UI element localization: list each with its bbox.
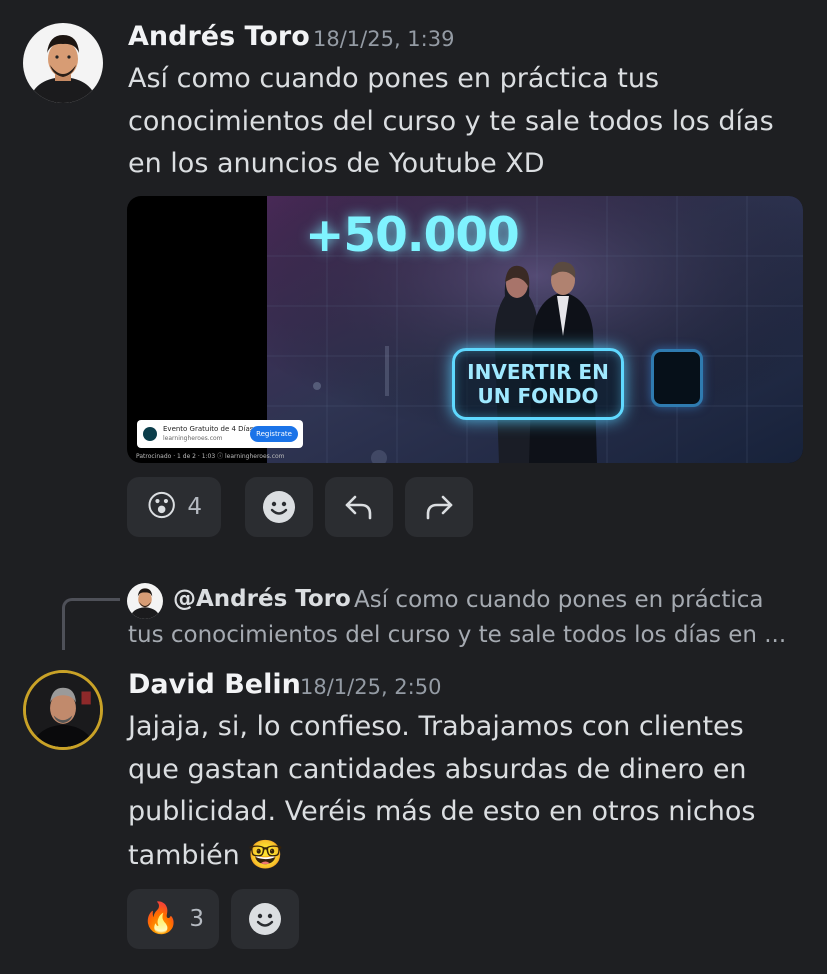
message-content: Así como cuando pones en práctica tus co… — [128, 58, 774, 186]
message-line: en los anuncios de Youtube XD — [128, 148, 545, 179]
reply-spine — [62, 598, 120, 650]
ad-cta-line: UN FONDO — [477, 384, 599, 408]
message-line: Así como cuando pones en práctica tus — [128, 63, 660, 94]
message-content: Jajaja, si, lo confieso. Trabajamos con … — [128, 706, 755, 877]
message-line-text: también — [128, 839, 240, 871]
fire-icon: 🔥 — [142, 901, 180, 936]
message-line: que gastan cantidades absurdas de dinero… — [128, 753, 747, 785]
message-author[interactable]: Andrés Toro — [128, 21, 310, 52]
ad-domain: learningheroes.com — [163, 435, 223, 442]
ad-cta-secondary-graphic — [651, 349, 703, 407]
message-author[interactable]: David Belin — [128, 669, 301, 700]
smiley-add-icon — [263, 491, 295, 523]
avatar-david-belin[interactable] — [23, 670, 103, 750]
message-line: publicidad. Veréis más de esto en otros … — [128, 796, 756, 827]
avatar-andres-toro[interactable] — [23, 23, 103, 103]
image-attachment[interactable]: +50.000 INVERTIR EN UN FONDO Evento Grat… — [127, 196, 803, 463]
ad-overlay-card: Evento Gratuito de 4 Días learningheroes… — [137, 420, 303, 448]
message-line: también 🤓 — [128, 834, 755, 878]
reaction-count: 3 — [189, 906, 204, 932]
message-timestamp: 18/1/25, 1:39 — [313, 27, 455, 51]
forward-arrow-icon — [426, 495, 453, 520]
forward-button[interactable] — [405, 477, 473, 537]
reaction-pill[interactable]: 🔥 3 — [127, 889, 219, 949]
reply-arrow-icon — [345, 495, 372, 520]
ad-cta-graphic: INVERTIR EN UN FONDO — [452, 348, 624, 420]
ad-headline: +50.000 — [305, 208, 520, 263]
reaction-pill[interactable]: 😮 4 — [127, 477, 221, 537]
add-reaction-button[interactable] — [245, 477, 313, 537]
astonished-face-icon: 😮 — [146, 489, 178, 524]
message-line: conocimientos del curso y te sale todos … — [128, 105, 774, 137]
ad-logo-icon — [143, 427, 157, 441]
reaction-count: 4 — [187, 494, 202, 520]
add-reaction-button[interactable] — [231, 889, 299, 949]
ad-cta-line: INVERTIR EN — [467, 360, 609, 384]
reply-preview-line[interactable]: tus conocimientos del curso y te sale to… — [128, 622, 786, 648]
smiley-add-icon — [249, 903, 281, 935]
reply-preview-line[interactable]: Así como cuando pones en práctica — [354, 587, 763, 613]
ad-register-button: Registrate — [250, 426, 298, 442]
ad-title: Evento Gratuito de 4 Días — [163, 425, 254, 433]
reply-avatar — [127, 583, 163, 619]
message-timestamp: 18/1/25, 2:50 — [300, 675, 442, 699]
reply-author-mention[interactable]: @Andrés Toro — [173, 586, 351, 612]
message-line: Jajaja, si, lo confieso. Trabajamos con … — [128, 711, 744, 742]
ad-footer: Patrocinado · 1 de 2 · 1:03 ⓘ learninghe… — [136, 453, 285, 460]
nerd-face-icon: 🤓 — [248, 837, 284, 871]
reply-button[interactable] — [325, 477, 393, 537]
